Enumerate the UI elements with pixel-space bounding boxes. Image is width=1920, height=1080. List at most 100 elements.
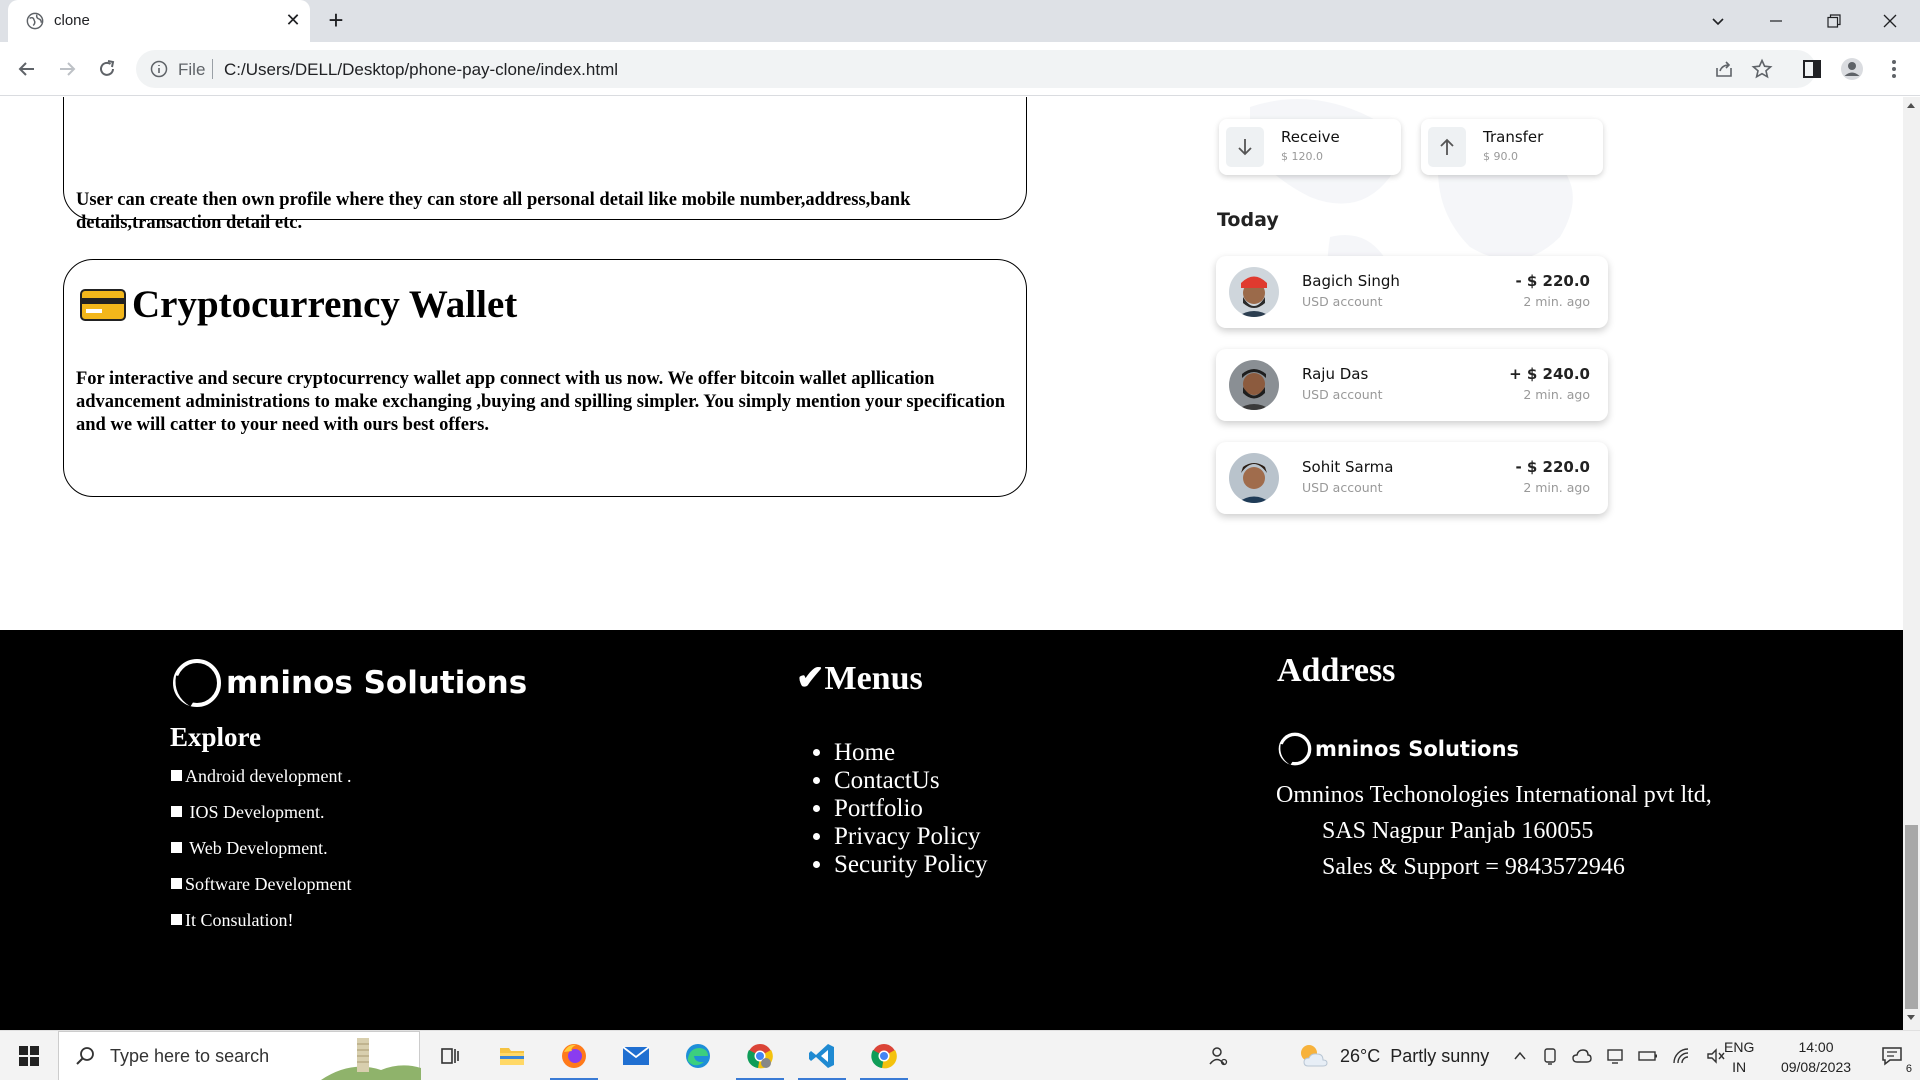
mail-icon bbox=[622, 1046, 650, 1065]
clock-time: 14:00 bbox=[1798, 1039, 1834, 1055]
people-button[interactable] bbox=[1190, 1031, 1246, 1080]
arrow-up-icon bbox=[1440, 138, 1454, 155]
scrollbar-thumb[interactable] bbox=[1905, 825, 1918, 1009]
crypto-wallet-heading: Cryptocurrency Wallet bbox=[80, 282, 517, 327]
avatar bbox=[1229, 267, 1279, 317]
browser-tab[interactable]: clone ✕ bbox=[8, 0, 310, 42]
close-icon bbox=[1883, 14, 1897, 28]
transaction-amount: - $ 220.0 bbox=[1515, 458, 1590, 476]
clock[interactable]: 14:00 09/08/2023 bbox=[1778, 1037, 1854, 1077]
transaction-row[interactable]: Sohit Sarma USD account - $ 220.0 2 min.… bbox=[1216, 442, 1608, 514]
menu-link-contact[interactable]: ContactUs bbox=[834, 767, 987, 795]
address-brand-text: mninos Solutions bbox=[1315, 737, 1520, 761]
task-view-button[interactable] bbox=[422, 1031, 478, 1080]
people-icon bbox=[1209, 1047, 1228, 1066]
profile-card: User can create then own profile where t… bbox=[63, 97, 1027, 233]
menu-link-home[interactable]: Home bbox=[834, 739, 987, 767]
explore-item[interactable]: Web Development. bbox=[171, 838, 351, 874]
side-panel-icon[interactable] bbox=[1800, 57, 1824, 81]
footer: mninos Solutions Explore Android develop… bbox=[0, 630, 1903, 1030]
vscode-button[interactable] bbox=[794, 1031, 850, 1080]
tab-title: clone bbox=[54, 12, 90, 29]
avatar bbox=[1229, 360, 1279, 410]
clock-date: 09/08/2023 bbox=[1780, 1059, 1852, 1075]
file-explorer-button[interactable] bbox=[484, 1031, 540, 1080]
transaction-name: Bagich Singh bbox=[1302, 272, 1400, 290]
scroll-down-icon[interactable] bbox=[1907, 1015, 1915, 1020]
mail-button[interactable] bbox=[608, 1031, 664, 1080]
crypto-wallet-title: Cryptocurrency Wallet bbox=[132, 283, 518, 326]
tab-search-button[interactable] bbox=[1690, 0, 1746, 42]
profile-card-text: User can create then own profile where t… bbox=[76, 190, 911, 233]
explore-item[interactable]: Android development . bbox=[171, 766, 351, 802]
weather-partly-sunny-icon bbox=[1301, 1045, 1328, 1067]
receive-card[interactable]: Receive $ 120.0 bbox=[1219, 119, 1401, 175]
back-button[interactable] bbox=[11, 53, 43, 85]
volume-muted-icon[interactable] bbox=[1706, 1047, 1726, 1065]
menu-link-security[interactable]: Security Policy bbox=[834, 851, 987, 879]
transaction-time: 2 min. ago bbox=[1523, 387, 1590, 402]
transaction-account: USD account bbox=[1302, 294, 1383, 309]
transaction-amount: + $ 240.0 bbox=[1509, 365, 1590, 383]
url-scheme: File bbox=[178, 60, 206, 79]
transfer-arrow-box bbox=[1428, 127, 1466, 167]
explore-item[interactable]: It Consulation! bbox=[171, 910, 351, 946]
notifications-button[interactable]: 6 bbox=[1864, 1031, 1920, 1080]
cloud-sync-icon[interactable] bbox=[1572, 1048, 1592, 1064]
close-tab-icon[interactable]: ✕ bbox=[282, 9, 304, 31]
tab-bar: clone ✕ + bbox=[0, 0, 1920, 42]
new-tab-button[interactable]: + bbox=[322, 7, 350, 35]
landmark-illustration bbox=[321, 1038, 421, 1080]
forward-button[interactable] bbox=[51, 53, 83, 85]
explore-item[interactable]: Software Development bbox=[171, 874, 351, 910]
device-icon[interactable] bbox=[1542, 1047, 1558, 1065]
firefox-button[interactable] bbox=[546, 1031, 602, 1080]
share-icon[interactable] bbox=[1713, 58, 1735, 80]
close-window-button[interactable] bbox=[1862, 0, 1918, 42]
crypto-wallet-card: Cryptocurrency Wallet For interactive an… bbox=[63, 259, 1027, 497]
restore-button[interactable] bbox=[1806, 0, 1862, 42]
menu-link-privacy[interactable]: Privacy Policy bbox=[834, 823, 987, 851]
folder-icon bbox=[500, 1048, 524, 1065]
start-button[interactable] bbox=[0, 1031, 58, 1080]
explore-item[interactable]: IOS Development. bbox=[171, 802, 351, 838]
minimize-button[interactable] bbox=[1748, 0, 1804, 42]
chrome-button[interactable] bbox=[856, 1031, 912, 1080]
reload-button[interactable] bbox=[91, 53, 123, 85]
page-content: User can create then own profile where t… bbox=[0, 97, 1903, 1030]
transaction-amount: - $ 220.0 bbox=[1515, 272, 1590, 290]
chevron-up-icon[interactable] bbox=[1512, 1048, 1528, 1064]
wifi-icon[interactable] bbox=[1672, 1047, 1692, 1065]
transaction-row[interactable]: Raju Das USD account + $ 240.0 2 min. ag… bbox=[1216, 349, 1608, 421]
transaction-row[interactable]: Bagich Singh USD account - $ 220.0 2 min… bbox=[1216, 256, 1608, 328]
page-scrollbar[interactable] bbox=[1903, 97, 1920, 1030]
weather-widget[interactable]: 26°C Partly sunny bbox=[1296, 1031, 1489, 1080]
transaction-name: Sohit Sarma bbox=[1302, 458, 1394, 476]
battery-icon[interactable] bbox=[1638, 1049, 1658, 1063]
language-indicator[interactable]: ENG IN bbox=[1724, 1037, 1754, 1077]
omninos-logo-icon bbox=[173, 659, 221, 707]
transaction-time: 2 min. ago bbox=[1523, 294, 1590, 309]
bookmark-star-icon[interactable] bbox=[1751, 58, 1773, 80]
edge-button[interactable] bbox=[670, 1031, 726, 1080]
transaction-name: Raju Das bbox=[1302, 365, 1369, 383]
address-line: SAS Nagpur Panjab 160055 bbox=[1322, 818, 1594, 844]
taskbar-search[interactable]: Type here to search bbox=[58, 1031, 421, 1080]
explore-list: Android development . IOS Development. W… bbox=[171, 766, 351, 946]
receive-label: Receive bbox=[1281, 128, 1340, 146]
address-brand: mninos Solutions bbox=[1277, 731, 1519, 767]
info-icon[interactable] bbox=[150, 60, 168, 78]
display-icon[interactable] bbox=[1606, 1047, 1624, 1065]
more-menu-icon[interactable] bbox=[1882, 57, 1906, 81]
edge-icon bbox=[686, 1044, 710, 1068]
transfer-label: Transfer bbox=[1483, 128, 1544, 146]
address-line: Omninos Techonologies International pvt … bbox=[1276, 782, 1712, 808]
address-bar[interactable]: File C:/Users/DELL/Desktop/phone-pay-clo… bbox=[136, 50, 1816, 88]
menu-link-portfolio[interactable]: Portfolio bbox=[834, 795, 987, 823]
explore-title: Explore bbox=[170, 722, 262, 752]
scroll-up-icon[interactable] bbox=[1907, 103, 1915, 108]
profile-avatar-icon[interactable] bbox=[1840, 57, 1864, 81]
url-text[interactable]: C:/Users/DELL/Desktop/phone-pay-clone/in… bbox=[224, 60, 618, 80]
transfer-card[interactable]: Transfer $ 90.0 bbox=[1421, 119, 1603, 175]
chrome-profile-button[interactable] bbox=[732, 1031, 788, 1080]
